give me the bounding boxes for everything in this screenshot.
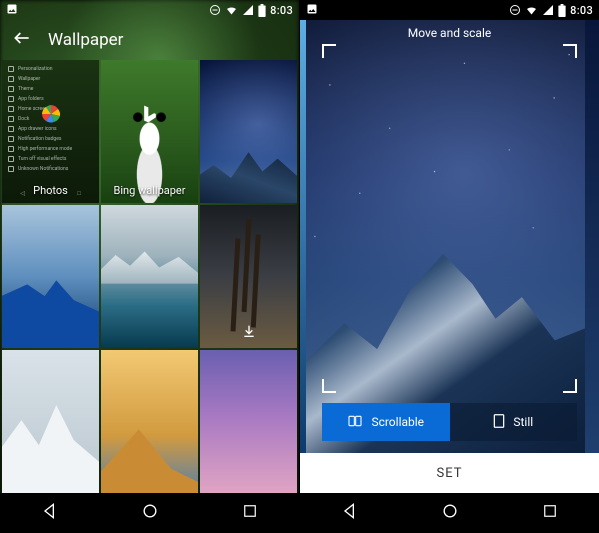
nav-recents-icon[interactable] [541,502,559,524]
still-button[interactable]: Still [450,403,578,441]
picture-notification-icon [6,3,18,18]
crop-corner-icon [322,379,336,393]
download-icon [241,323,257,342]
photos-pinwheel-icon [39,102,63,126]
status-bar: 8:03 [300,0,599,20]
do-not-disturb-icon [209,4,221,16]
tile-wallpaper-mountain-night[interactable] [200,60,297,203]
wifi-icon [225,4,238,16]
still-icon [493,414,505,431]
status-clock: 8:03 [270,4,293,17]
app-bar: Wallpaper [0,20,299,60]
picture-notification-icon [306,3,318,18]
scrollable-label: Scrollable [371,415,424,429]
bing-icon [140,104,160,124]
wifi-icon [525,4,538,16]
tile-wallpaper-blue-castle[interactable] [2,205,99,348]
tile-caption: Photos [2,184,99,197]
tile-wallpaper-rain-tree[interactable] [200,205,297,348]
tile-wallpaper-desert-pyramid[interactable] [101,350,198,493]
cell-signal-icon [542,4,554,16]
back-icon[interactable] [12,28,32,52]
crop-corner-icon [563,379,577,393]
scrollable-button[interactable]: Scrollable [322,403,450,441]
wallpaper-picker-screen: 8:03 Wallpaper Personalization Wallpaper… [0,0,300,533]
status-clock: 8:03 [570,4,593,17]
do-not-disturb-icon [509,4,521,16]
status-bar: 8:03 [0,0,299,20]
battery-icon [558,4,566,17]
battery-icon [258,4,266,17]
app-bar-title: Wallpaper [48,30,123,50]
tile-wallpaper-snow-peak[interactable] [2,350,99,493]
set-button[interactable]: SET [300,453,599,493]
nav-recents-icon[interactable] [241,502,259,524]
crop-corner-icon [563,44,577,58]
move-and-scale-label: Move and scale [300,26,599,40]
nav-home-icon[interactable] [140,501,160,525]
navigation-bar [300,493,599,533]
wallpaper-preview[interactable]: Move and scale [300,20,599,453]
crop-corner-icon [322,44,336,58]
navigation-bar [0,493,299,533]
nav-home-icon[interactable] [440,501,460,525]
mode-toggle: Scrollable Still [322,403,577,441]
crop-frame [322,44,577,393]
nav-back-icon[interactable] [340,501,360,525]
still-label: Still [513,415,533,429]
cell-signal-icon [242,4,254,16]
wallpaper-preview-screen: 8:03 Move and scale [300,0,599,533]
tile-caption: Bing wallpaper [101,184,198,197]
wallpaper-grid: Personalization Wallpaper Theme App fold… [0,60,299,493]
set-label: SET [437,466,463,481]
tile-wallpaper-mountain-lake[interactable] [101,205,198,348]
tile-photos[interactable]: Personalization Wallpaper Theme App fold… [2,60,99,203]
tile-wallpaper-purple-clouds[interactable] [200,350,297,493]
nav-back-icon[interactable] [40,501,60,525]
tile-bing-wallpaper[interactable]: Bing wallpaper [101,60,198,203]
scrollable-icon [347,415,363,430]
